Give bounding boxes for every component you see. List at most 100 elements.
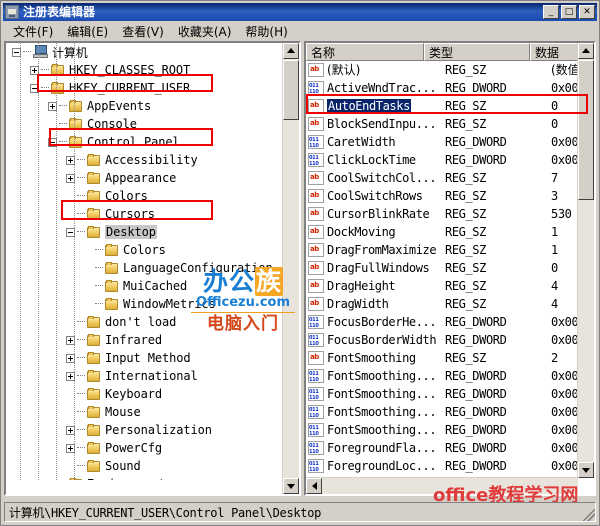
tree-node-desktop[interactable]: Desktop (6, 223, 282, 241)
tree-node-label: Personalization (105, 423, 212, 437)
tree-vertical-scrollbar[interactable] (282, 43, 299, 494)
tree-node-appearance[interactable]: Appearance (6, 169, 282, 187)
tree-node-powercfg[interactable]: PowerCfg (6, 439, 282, 457)
menu-file[interactable]: 文件(F) (6, 22, 60, 41)
list-scroll-up-button[interactable] (578, 43, 594, 59)
tree-node-control-panel[interactable]: Control Panel (6, 133, 282, 151)
folder-icon (86, 333, 102, 347)
table-row[interactable]: FontSmoothing... REG_DWORD 0x0000 (306, 403, 578, 421)
list-vertical-scrollbar[interactable] (577, 43, 594, 478)
tree-node-colors[interactable]: Colors (6, 187, 282, 205)
value-type-text: REG_DWORD (445, 387, 507, 401)
value-type-text: REG_DWORD (445, 315, 507, 329)
tree-node-environment[interactable]: Environment (6, 475, 282, 480)
value-data-text: 0 (551, 117, 558, 131)
tree-scroll-down-button[interactable] (283, 478, 299, 494)
list-scroll-down-button[interactable] (578, 462, 594, 478)
tree-node-cursors[interactable]: Cursors (6, 205, 282, 223)
minimize-icon: _ (548, 7, 554, 17)
table-row[interactable]: FontSmoothing REG_SZ 2 (306, 349, 578, 367)
table-row[interactable]: DragWidth REG_SZ 4 (306, 295, 578, 313)
tree-node-input-method[interactable]: Input Method (6, 349, 282, 367)
tree-node-languageconfiguration[interactable]: LanguageConfiguration (6, 259, 282, 277)
value-type-text: REG_DWORD (445, 135, 507, 149)
computer-icon (32, 45, 49, 59)
tree-node-mouse[interactable]: Mouse (6, 403, 282, 421)
tree-node-sound[interactable]: Sound (6, 457, 282, 475)
tree-node-console[interactable]: Console (6, 115, 282, 133)
tree-node-infrared[interactable]: Infrared (6, 331, 282, 349)
value-name-text: BlockSendInpu... (327, 117, 437, 131)
window-controls: _ □ ✕ (543, 5, 595, 19)
tree-node-international[interactable]: International (6, 367, 282, 385)
value-type-cell: REG_DWORD (445, 79, 551, 97)
value-name-text: DragFullWindows (327, 261, 430, 275)
table-row[interactable]: CursorBlinkRate REG_SZ 530 (306, 205, 578, 223)
tree-node-personalization[interactable]: Personalization (6, 421, 282, 439)
tree-connector-line (77, 465, 85, 467)
tree-node-muicached[interactable]: MuiCached (6, 277, 282, 295)
tree-node-label: WindowMetrics (123, 297, 216, 311)
minimize-button[interactable]: _ (543, 5, 559, 19)
registry-tree[interactable]: 计算机 HKEY_CLASSES_ROOT HKEY_CURRENT_USER App… (6, 43, 282, 480)
table-row[interactable]: DragFromMaximize REG_SZ 1 (306, 241, 578, 259)
list-scroll-left-button[interactable] (306, 478, 322, 494)
table-row[interactable]: CoolSwitchCol... REG_SZ 7 (306, 169, 578, 187)
tree-scroll-up-button[interactable] (283, 43, 299, 59)
close-button[interactable]: ✕ (579, 5, 595, 19)
tree-node-accessibility[interactable]: Accessibility (6, 151, 282, 169)
tree-connector-line (77, 195, 85, 197)
table-row[interactable]: BlockSendInpu... REG_SZ 0 (306, 115, 578, 133)
list-scroll-thumb[interactable] (578, 60, 594, 200)
tree-node-[interactable]: 计算机 (6, 43, 282, 61)
maximize-button[interactable]: □ (561, 5, 577, 19)
table-row[interactable]: AutoEndTasks REG_SZ 0 (306, 97, 578, 115)
value-data-cell: 0x0000 (551, 385, 578, 403)
column-header-name[interactable]: 名称 (306, 43, 424, 61)
table-row[interactable]: DragFullWindows REG_SZ 0 (306, 259, 578, 277)
tree-scroll-thumb[interactable] (283, 60, 299, 120)
tree-connector-line (77, 213, 85, 215)
value-name-text: (默认) (327, 63, 361, 77)
value-data-text: 0 (551, 261, 558, 275)
menu-edit[interactable]: 编辑(E) (60, 22, 115, 41)
table-row[interactable]: CaretWidth REG_DWORD 0x0000 (306, 133, 578, 151)
table-row[interactable]: DragHeight REG_SZ 4 (306, 277, 578, 295)
tree-node-keyboard[interactable]: Keyboard (6, 385, 282, 403)
table-row[interactable]: FocusBorderWidth REG_DWORD 0x0000 (306, 331, 578, 349)
table-row[interactable]: FontSmoothing... REG_DWORD 0x0000 (306, 385, 578, 403)
menu-favorites[interactable]: 收藏夹(A) (171, 22, 239, 41)
table-row[interactable]: CoolSwitchRows REG_SZ 3 (306, 187, 578, 205)
value-name-cell: (默认) (327, 61, 445, 79)
table-row[interactable]: ForegroundLoc... REG_DWORD 0x0000 (306, 457, 578, 475)
tree-node-windowmetrics[interactable]: WindowMetrics (6, 295, 282, 313)
registry-values-list[interactable]: (默认) REG_SZ (数值: ActiveWndTrac... REG_DWORD 0… (306, 61, 578, 478)
tree-node-label: International (105, 369, 198, 383)
tree-node-don-t-load[interactable]: don't load (6, 313, 282, 331)
value-type-text: REG_SZ (445, 279, 486, 293)
tree-node-label: Infrared (105, 333, 162, 347)
value-type-text: REG_SZ (445, 171, 486, 185)
tree-node-hkey-current-user[interactable]: HKEY_CURRENT_USER (6, 79, 282, 97)
menu-view[interactable]: 查看(V) (115, 22, 171, 41)
table-row[interactable]: ForegroundFla... REG_DWORD 0x0000 (306, 439, 578, 457)
table-row[interactable]: ClickLockTime REG_DWORD 0x0000 (306, 151, 578, 169)
folder-icon (86, 441, 102, 455)
column-header-type[interactable]: 类型 (424, 43, 530, 61)
list-hscroll-trough[interactable] (322, 478, 578, 494)
tree-node-hkey-classes-root[interactable]: HKEY_CLASSES_ROOT (6, 61, 282, 79)
table-row[interactable]: FocusBorderHe... REG_DWORD 0x0000 (306, 313, 578, 331)
menu-help[interactable]: 帮助(H) (238, 22, 294, 41)
table-row[interactable]: FontSmoothing... REG_DWORD 0x0000 (306, 421, 578, 439)
table-row[interactable]: (默认) REG_SZ (数值: (306, 61, 578, 79)
table-row[interactable]: FontSmoothing... REG_DWORD 0x0000 (306, 367, 578, 385)
tree-node-appevents[interactable]: AppEvents (6, 97, 282, 115)
list-horizontal-scrollbar[interactable] (306, 477, 578, 494)
resize-grip[interactable] (583, 509, 595, 521)
table-row[interactable]: DockMoving REG_SZ 1 (306, 223, 578, 241)
table-row[interactable]: ActiveWndTrac... REG_DWORD 0x0000 (306, 79, 578, 97)
folder-icon (68, 135, 84, 149)
folder-icon (86, 171, 102, 185)
folder-icon (68, 99, 84, 113)
tree-node-colors[interactable]: Colors (6, 241, 282, 259)
